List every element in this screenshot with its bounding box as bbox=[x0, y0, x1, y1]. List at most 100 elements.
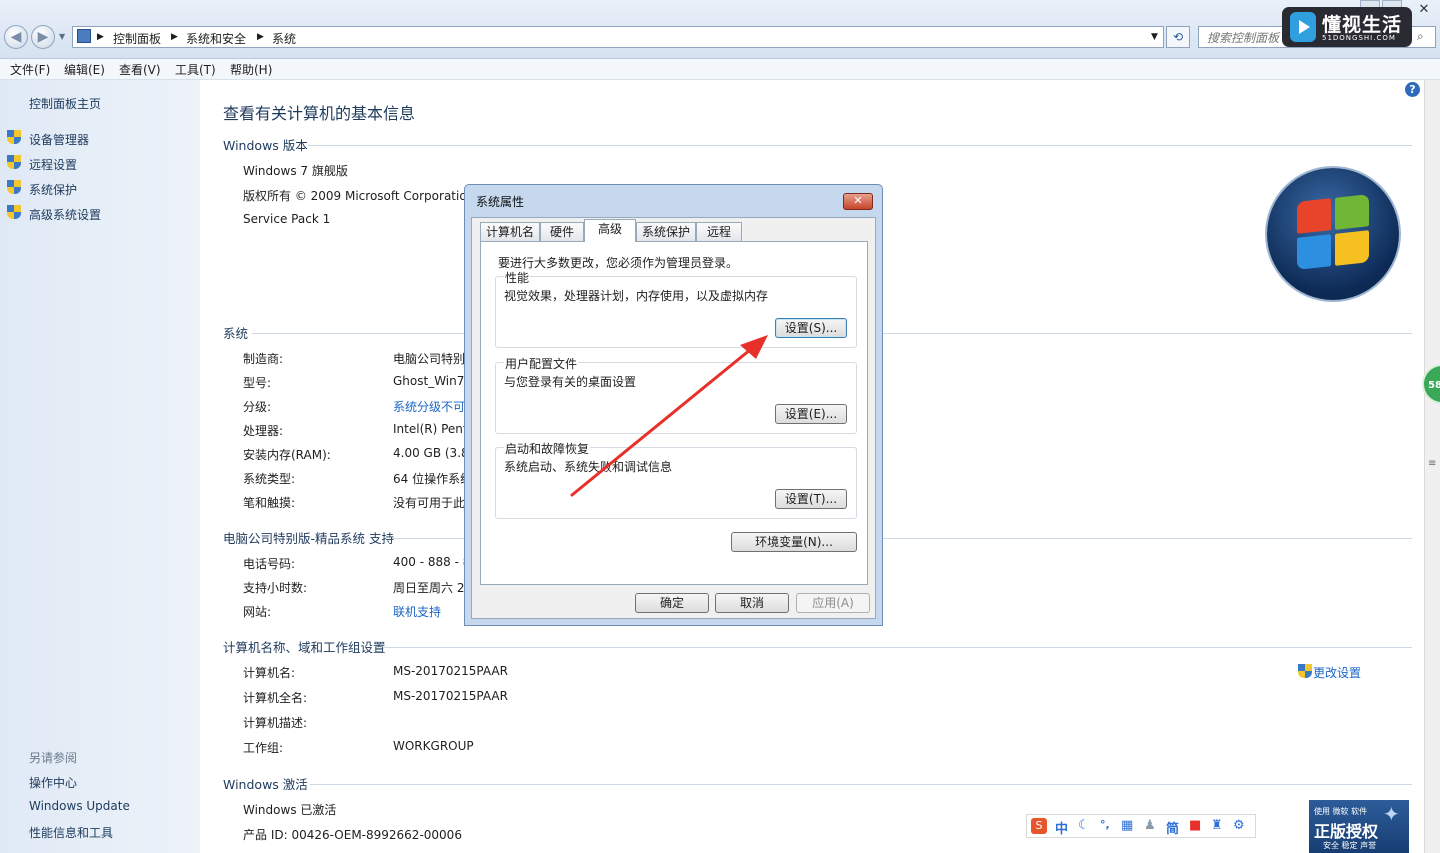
skin-shirt-icon[interactable]: ♜ bbox=[1211, 818, 1223, 833]
uac-shield-icon bbox=[7, 155, 21, 170]
environment-variables-button[interactable]: 环境变量(N)... bbox=[731, 532, 857, 552]
tab-advanced[interactable]: 高级 bbox=[584, 219, 636, 242]
change-settings-link[interactable]: 更改设置 bbox=[1313, 664, 1361, 681]
service-pack-text: Service Pack 1 bbox=[243, 212, 331, 226]
uac-shield-icon bbox=[7, 180, 21, 195]
divider bbox=[310, 784, 1412, 785]
group-title: 性能 bbox=[504, 269, 531, 286]
back-button[interactable]: ◀ bbox=[4, 25, 28, 49]
close-window-button[interactable]: ✕ bbox=[1412, 2, 1436, 20]
see-also-heading: 另请参阅 bbox=[29, 751, 78, 765]
dialog-close-button[interactable]: ✕ bbox=[843, 193, 873, 210]
uac-shield-icon bbox=[1298, 664, 1312, 679]
control-panel-home-link[interactable]: 控制面板主页 bbox=[29, 95, 101, 112]
rating-link[interactable]: 系统分级不可 bbox=[393, 398, 465, 415]
page-title: 查看有关计算机的基本信息 bbox=[223, 104, 416, 123]
breadcrumb-item[interactable]: 系统 bbox=[272, 30, 296, 47]
left-navigation-pane: 控制面板主页 设备管理器 远程设置 系统保护 高级系统设置 另请参阅 操作中心 … bbox=[0, 80, 200, 853]
system-type-label: 系统类型: bbox=[243, 472, 296, 486]
rating-label: 分级: bbox=[243, 400, 272, 414]
group-description: 视觉效果，处理器计划，内存使用，以及虚拟内存 bbox=[504, 289, 769, 303]
windows-update-link[interactable]: Windows Update bbox=[29, 799, 130, 813]
genuine-top-text: 使用 微软 软件 bbox=[1314, 807, 1368, 816]
sogou-logo-icon[interactable]: S bbox=[1031, 818, 1047, 834]
device-manager-link[interactable]: 设备管理器 bbox=[29, 131, 89, 148]
dialog-title: 系统属性 bbox=[476, 195, 525, 209]
tab-hardware[interactable]: 硬件 bbox=[540, 222, 584, 241]
windows-edition-heading: Windows 版本 bbox=[223, 138, 308, 153]
menu-edit[interactable]: 编辑(E) bbox=[64, 61, 105, 78]
scroll-grip-icon[interactable]: ≡ bbox=[1428, 458, 1436, 469]
system-heading: 系统 bbox=[223, 326, 249, 341]
model-label: 型号: bbox=[243, 376, 272, 390]
phone-value: 400 - 888 - 8 bbox=[393, 555, 471, 569]
search-icon[interactable]: ⌕ bbox=[1417, 29, 1424, 44]
pen-touch-label: 笔和触摸: bbox=[243, 496, 296, 510]
address-field[interactable]: ▶ 控制面板 ▶ 系统和安全 ▶ 系统 ▼ bbox=[72, 26, 1164, 48]
activation-heading: Windows 激活 bbox=[223, 777, 308, 792]
cancel-button[interactable]: 取消 bbox=[715, 593, 789, 613]
menu-help[interactable]: 帮助(H) bbox=[230, 61, 272, 78]
help-icon[interactable]: ? bbox=[1405, 82, 1420, 97]
menu-tools[interactable]: 工具(T) bbox=[175, 61, 216, 78]
user-icon[interactable]: ♟ bbox=[1144, 818, 1156, 833]
remote-settings-link[interactable]: 远程设置 bbox=[29, 156, 77, 173]
computer-name-value: MS-20170215PAAR bbox=[393, 664, 508, 678]
description-label: 计算机描述: bbox=[243, 716, 308, 730]
genuine-software-badge: 使用 微软 软件 正版授权 安全 稳定 声誉 ✦ bbox=[1309, 800, 1409, 853]
menu-file[interactable]: 文件(F) bbox=[10, 61, 50, 78]
apply-button[interactable]: 应用(A) bbox=[796, 593, 870, 613]
breadcrumb-arrow-icon[interactable]: ▶ bbox=[171, 32, 178, 42]
annotation-arrow-icon bbox=[570, 335, 768, 497]
watermark-title: 懂视生活 bbox=[1322, 14, 1403, 36]
breadcrumb-item[interactable]: 系统和安全 bbox=[186, 30, 246, 47]
support-hours-label: 支持小时数: bbox=[243, 581, 308, 595]
breadcrumb-arrow-icon[interactable]: ▶ bbox=[97, 32, 104, 42]
full-name-value: MS-20170215PAAR bbox=[393, 689, 508, 703]
action-center-link[interactable]: 操作中心 bbox=[29, 774, 77, 791]
pen-touch-value: 没有可用于此 bbox=[393, 496, 466, 510]
phone-label: 电话号码: bbox=[243, 557, 296, 571]
watermark-subtitle: 51DONGSHI.COM bbox=[1322, 34, 1396, 42]
workgroup-value: WORKGROUP bbox=[393, 739, 474, 753]
ime-toolbar: S 中 ☾ °, ▦ ♟ 简 ■ ♜ ⚙ bbox=[1026, 814, 1256, 838]
video-icon[interactable]: ■ bbox=[1189, 818, 1201, 833]
manufacturer-label: 制造商: bbox=[243, 352, 284, 366]
system-protection-link[interactable]: 系统保护 bbox=[29, 181, 77, 198]
admin-note: 要进行大多数更改，您必须作为管理员登录。 bbox=[498, 256, 739, 270]
performance-settings-button[interactable]: 设置(S)... bbox=[775, 318, 847, 338]
keyboard-icon[interactable]: ▦ bbox=[1121, 818, 1133, 833]
full-name-label: 计算机全名: bbox=[243, 691, 308, 705]
divider bbox=[384, 647, 1412, 648]
ok-button[interactable]: 确定 bbox=[635, 593, 709, 613]
star-icon: ✦ bbox=[1383, 802, 1400, 826]
breadcrumb-item[interactable]: 控制面板 bbox=[113, 30, 161, 47]
address-bar: ◀ ▶ ▼ ▶ 控制面板 ▶ 系统和安全 ▶ 系统 ▼ ⟲ ⌕ ✕ 懂视生活 5… bbox=[0, 0, 1440, 59]
windows-logo-icon bbox=[1267, 168, 1399, 300]
breadcrumb-arrow-icon[interactable]: ▶ bbox=[257, 32, 264, 42]
startup-recovery-settings-button[interactable]: 设置(T)... bbox=[775, 489, 847, 509]
forward-button[interactable]: ▶ bbox=[31, 25, 55, 49]
tab-remote[interactable]: 远程 bbox=[696, 222, 742, 241]
workgroup-label: 工作组: bbox=[243, 741, 284, 755]
settings-gear-icon[interactable]: ⚙ bbox=[1233, 818, 1245, 833]
tab-system-protection[interactable]: 系统保护 bbox=[636, 222, 696, 241]
recent-pages-chevron-icon[interactable]: ▼ bbox=[59, 32, 65, 41]
product-id: 产品 ID: 00426-OEM-8992662-00006 bbox=[243, 828, 462, 842]
simplified-toggle[interactable]: 简 bbox=[1166, 818, 1179, 837]
refresh-icon[interactable]: ⟲ bbox=[1166, 26, 1190, 48]
advanced-system-settings-link[interactable]: 高级系统设置 bbox=[29, 206, 101, 223]
chinese-mode-toggle[interactable]: 中 bbox=[1055, 818, 1068, 837]
moon-icon[interactable]: ☾ bbox=[1078, 818, 1090, 833]
genuine-sub-text: 安全 稳定 声誉 bbox=[1323, 841, 1377, 850]
tab-computer-name[interactable]: 计算机名 bbox=[480, 222, 540, 241]
address-dropdown-icon[interactable]: ▼ bbox=[1151, 32, 1158, 42]
punctuation-icon[interactable]: °, bbox=[1100, 818, 1110, 831]
menu-view[interactable]: 查看(V) bbox=[119, 61, 161, 78]
uac-shield-icon bbox=[7, 130, 21, 145]
performance-tools-link[interactable]: 性能信息和工具 bbox=[29, 824, 113, 841]
system-type-value: 64 位操作系统 bbox=[393, 472, 473, 486]
online-support-link[interactable]: 联机支持 bbox=[393, 603, 441, 620]
user-profiles-settings-button[interactable]: 设置(E)... bbox=[775, 404, 847, 424]
scrollbar[interactable]: ≡ bbox=[1424, 80, 1440, 853]
